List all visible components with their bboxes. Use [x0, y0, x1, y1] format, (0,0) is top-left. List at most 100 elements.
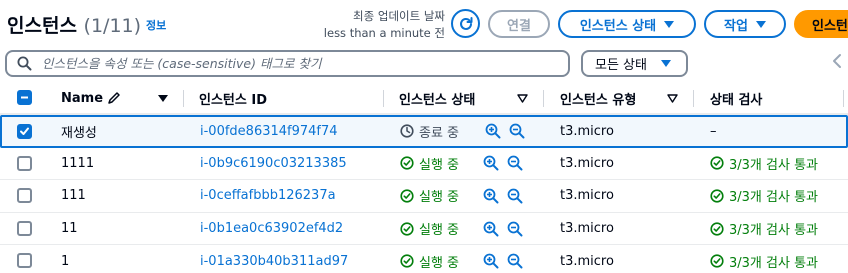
state-zoom-controls: [483, 245, 523, 273]
pencil-icon: [108, 92, 120, 104]
zoom-in-icon[interactable]: [483, 155, 499, 171]
zoom-in-icon[interactable]: [483, 253, 499, 269]
column-divider: [843, 90, 844, 107]
chevron-left-icon: [833, 54, 841, 68]
search-field[interactable]: [5, 50, 570, 77]
sort-caret-icon: [667, 93, 678, 103]
info-link[interactable]: 정보: [146, 17, 166, 33]
instance-state: 실행 중: [400, 148, 459, 180]
table-row[interactable]: 1111 i-0b9c6190c03213385 실행 중 t3.micro 3…: [0, 148, 848, 181]
page-title: 인스턴스 (1/11): [7, 11, 141, 38]
state-zoom-controls: [485, 117, 525, 146]
success-check-icon: [710, 189, 724, 203]
select-all-checkbox[interactable]: [17, 90, 32, 105]
caret-down-icon: [664, 20, 675, 28]
status-check: 3/3개 검사 통과: [710, 213, 818, 245]
refresh-icon: [459, 16, 472, 30]
row-checkbox[interactable]: [17, 124, 32, 139]
name-sort-button[interactable]: [158, 82, 168, 114]
column-instance-id-label: 인스턴스 ID: [199, 92, 267, 108]
previous-page-button[interactable]: [832, 52, 846, 70]
actions-button[interactable]: 작업: [704, 10, 786, 38]
success-check-icon: [400, 254, 414, 268]
selection-count: (1/11): [83, 15, 142, 37]
zoom-in-icon[interactable]: [485, 123, 501, 139]
sort-descending-icon: [158, 94, 168, 102]
success-check-icon: [400, 156, 414, 170]
instance-type: t3.micro: [560, 155, 614, 171]
instance-state-button[interactable]: 인스턴스 상태: [558, 10, 696, 38]
zoom-out-icon[interactable]: [507, 188, 523, 204]
instance-state-text: 실행 중: [419, 255, 460, 271]
column-header-instance-id[interactable]: 인스턴스 ID: [199, 82, 267, 114]
zoom-in-icon[interactable]: [483, 188, 499, 204]
instance-type-sort-button[interactable]: [667, 82, 678, 114]
instance-id-link[interactable]: i-0b1ea0c63902ef4d2: [200, 213, 343, 245]
instance-id-link[interactable]: i-0b9c6190c03213385: [200, 148, 347, 180]
instance-name: 재생성: [61, 125, 97, 141]
zoom-out-icon[interactable]: [509, 123, 525, 139]
instances-table: Name 인스턴스 ID 인스턴스 상태 인스턴스 유형 상태 검사 재생성 i…: [0, 82, 848, 273]
refresh-button[interactable]: [451, 9, 480, 38]
status-check-text: 3/3개 검사 통과: [729, 223, 818, 239]
table-row[interactable]: 1 i-01a330b40b311ad97 실행 중 t3.micro 3/3개…: [0, 245, 848, 273]
instance-type: t3.micro: [560, 221, 614, 237]
column-divider: [183, 90, 184, 107]
column-divider: [383, 90, 384, 107]
minus-icon: [21, 96, 28, 99]
column-header-instance-type[interactable]: 인스턴스 유형: [560, 82, 636, 114]
instance-name: 1: [61, 253, 70, 269]
column-instance-type-label: 인스턴스 유형: [560, 92, 637, 108]
instance-name: 111: [61, 188, 86, 204]
instance-name: 1111: [61, 155, 95, 171]
state-filter-select[interactable]: 모든 상태: [581, 50, 688, 77]
launch-instances-button-label: 인스턴: [812, 18, 848, 34]
table-row[interactable]: 111 i-0ceffafbbb126237a 실행 중 t3.micro 3/…: [0, 180, 848, 213]
instance-state-sort-button[interactable]: [517, 82, 528, 114]
instance-state-text: 실행 중: [419, 223, 460, 239]
instance-id-link[interactable]: i-01a330b40b311ad97: [200, 245, 348, 273]
status-check: 3/3개 검사 통과: [710, 245, 818, 273]
status-check: –: [710, 123, 717, 139]
success-check-icon: [400, 189, 414, 203]
status-check: 3/3개 검사 통과: [710, 180, 818, 212]
row-checkbox[interactable]: [17, 188, 32, 204]
instance-id-link[interactable]: i-00fde86314f974f74: [200, 117, 338, 146]
row-checkbox[interactable]: [17, 253, 32, 269]
instance-state-button-label: 인스턴스 상태: [579, 18, 657, 34]
checkmark-icon: [20, 127, 29, 135]
instance-state-text: 종료 중: [419, 125, 460, 141]
zoom-out-icon[interactable]: [507, 253, 523, 269]
zoom-out-icon[interactable]: [507, 155, 523, 171]
success-check-icon: [710, 156, 724, 170]
row-checkbox[interactable]: [17, 155, 32, 171]
page-title-text: 인스턴스: [7, 15, 77, 37]
table-row[interactable]: 11 i-0b1ea0c63902ef4d2 실행 중 t3.micro 3/3…: [0, 213, 848, 246]
instance-state-text: 실행 중: [419, 157, 460, 173]
page-header: 인스턴스 (1/11) 정보 최종 업데이트 날짜 less than a mi…: [0, 0, 848, 46]
column-header-status-check[interactable]: 상태 검사: [710, 82, 762, 114]
actions-button-label: 작업: [724, 18, 748, 34]
last-updated-value: less than a minute 전: [323, 26, 445, 40]
instance-id-link[interactable]: i-0ceffafbbb126237a: [200, 180, 336, 212]
last-updated: 최종 업데이트 날짜 less than a minute 전: [324, 8, 445, 42]
zoom-in-icon[interactable]: [483, 221, 499, 237]
launch-instances-button[interactable]: 인스턴: [794, 10, 848, 38]
instance-name: 11: [61, 221, 78, 237]
row-checkbox[interactable]: [17, 220, 32, 236]
table-row[interactable]: 재생성 i-00fde86314f974f74 종료 중 t3.micro –: [0, 115, 848, 148]
status-check-text: 3/3개 검사 통과: [729, 255, 818, 271]
table-header: Name 인스턴스 ID 인스턴스 상태 인스턴스 유형 상태 검사: [0, 82, 848, 115]
column-header-name[interactable]: Name: [61, 82, 121, 114]
status-check: 3/3개 검사 통과: [710, 148, 818, 180]
column-status-check-label: 상태 검사: [710, 92, 763, 108]
connect-button[interactable]: 연결: [488, 10, 550, 38]
pending-clock-icon: [400, 124, 414, 138]
state-filter-label: 모든 상태: [595, 58, 647, 73]
search-input[interactable]: [42, 56, 542, 71]
status-check-text: 3/3개 검사 통과: [729, 190, 818, 206]
column-header-instance-state[interactable]: 인스턴스 상태: [399, 82, 475, 114]
zoom-out-icon[interactable]: [507, 221, 523, 237]
instance-state-text: 실행 중: [419, 190, 460, 206]
column-instance-state-label: 인스턴스 상태: [399, 92, 476, 108]
